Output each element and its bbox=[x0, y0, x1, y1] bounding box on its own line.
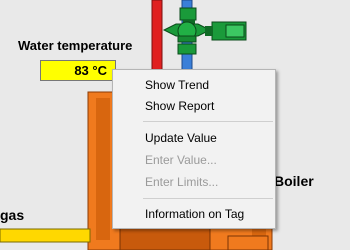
valve-icon bbox=[162, 7, 247, 55]
menu-item-enter-limits[interactable]: Enter Limits... bbox=[113, 172, 275, 192]
context-menu: Show Trend Show Report Update Value Ente… bbox=[112, 69, 276, 229]
menu-item-enter-value[interactable]: Enter Value... bbox=[113, 150, 275, 170]
menu-separator bbox=[143, 121, 273, 122]
water-temperature-value[interactable]: 83 °C bbox=[40, 60, 116, 81]
menu-item-show-trend[interactable]: Show Trend bbox=[113, 75, 275, 95]
menu-separator bbox=[143, 198, 273, 199]
menu-item-show-report[interactable]: Show Report bbox=[113, 96, 275, 116]
water-temperature-label: Water temperature bbox=[18, 38, 133, 53]
gas-label: gas bbox=[0, 207, 25, 223]
menu-item-update-value[interactable]: Update Value bbox=[113, 128, 275, 148]
boiler-label: Boiler bbox=[274, 173, 314, 189]
menu-item-information-on-tag[interactable]: Information on Tag bbox=[113, 204, 275, 224]
gas-pipe bbox=[0, 228, 91, 243]
